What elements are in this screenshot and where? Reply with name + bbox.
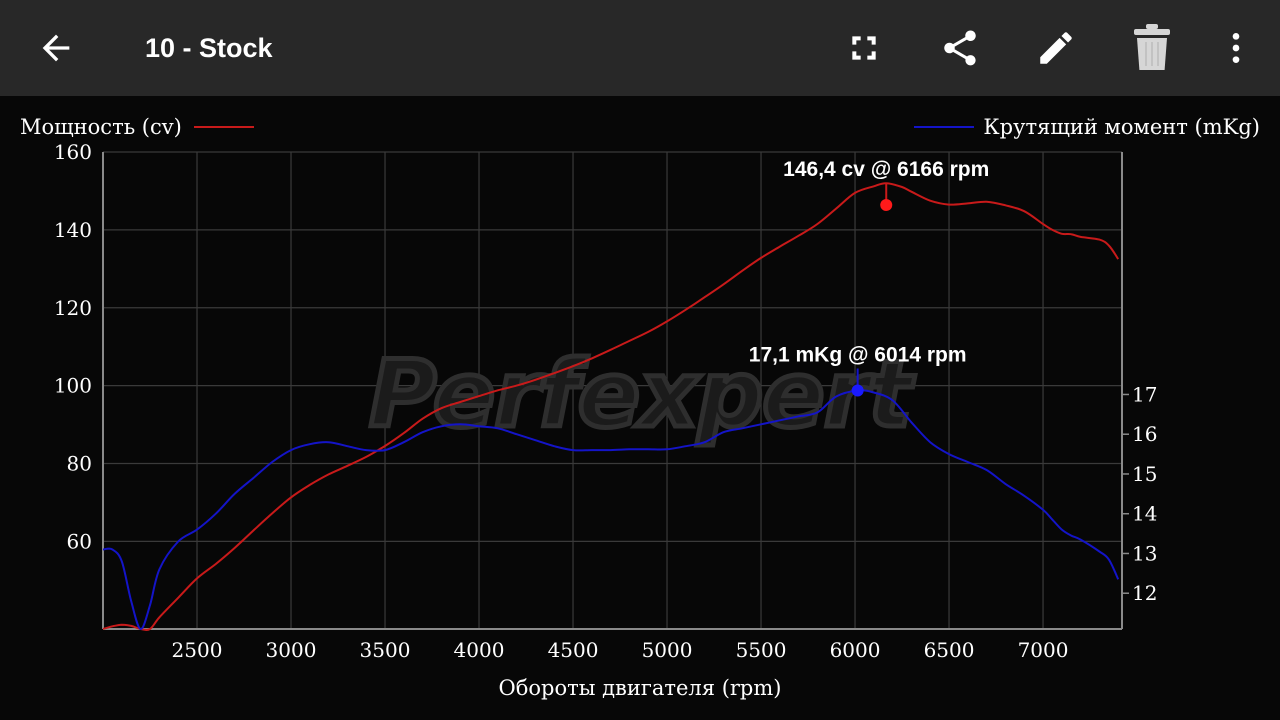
y-left-tick-label: 120	[54, 296, 92, 320]
y-left-tick-label: 100	[54, 374, 92, 398]
x-tick-label: 7000	[1018, 638, 1069, 662]
x-tick-label: 4000	[454, 638, 505, 662]
y-left-tick-label: 140	[54, 218, 92, 242]
y-right-tick-label: 12	[1132, 581, 1157, 605]
y-left-tick-label: 80	[67, 452, 92, 476]
legend: Мощность (cv) Крутящий момент (mKg)	[20, 115, 1260, 139]
annotations: 146,4 cv @ 6166 rpm 17,1 mKg @ 6014 rpm	[749, 158, 989, 397]
more-vert-icon	[1232, 33, 1240, 63]
dyno-chart: Perfexpert 2500 3000 3500 4000 4500 5000 5500 6…	[0, 96, 1280, 720]
legend-torque-label: Крутящий момент (mKg)	[983, 115, 1260, 139]
app-bar: 10 - Stock	[0, 0, 1280, 96]
peak-annotation-label: 17,1 mKg @ 6014 rpm	[749, 344, 967, 367]
legend-power-label: Мощность (cv)	[20, 115, 182, 139]
fullscreen-icon	[852, 36, 876, 60]
x-tick-label: 4500	[548, 638, 599, 662]
more-options-button[interactable]	[1212, 24, 1260, 72]
edit-pencil-icon	[1040, 32, 1072, 64]
fullscreen-button[interactable]	[840, 24, 888, 72]
y-right-tick-label: 14	[1132, 502, 1157, 526]
peak-marker-dot	[880, 198, 893, 211]
x-tick-label: 6000	[830, 638, 881, 662]
x-tick-label: 3500	[360, 638, 411, 662]
peak-marker-dot	[851, 384, 864, 397]
share-icon	[944, 30, 976, 66]
y-right-tick-label: 13	[1132, 541, 1157, 565]
y-right-tick-label: 16	[1132, 422, 1157, 446]
x-tick-label: 2500	[172, 638, 223, 662]
peak-annotation-label: 146,4 cv @ 6166 rpm	[783, 158, 989, 181]
page-title: 10 - Stock	[145, 33, 273, 63]
x-tick-label: 5000	[642, 638, 693, 662]
x-axis-label: Обороты двигателя (rpm)	[499, 676, 782, 700]
x-tick-label: 3000	[266, 638, 317, 662]
y-left-tick-label: 160	[54, 140, 92, 164]
y-right-tick-label: 15	[1132, 462, 1157, 486]
x-tick-label: 5500	[736, 638, 787, 662]
x-tick-label: 6500	[924, 638, 975, 662]
delete-button[interactable]	[1128, 24, 1176, 72]
edit-button[interactable]	[1032, 24, 1080, 72]
y-right-tick-label: 17	[1132, 382, 1157, 406]
chart-svg: Perfexpert 2500 3000 3500 4000 4500 5000 5500 6…	[20, 115, 1260, 700]
share-button[interactable]	[936, 24, 984, 72]
delete-trash-icon	[1134, 24, 1170, 70]
back-arrow-icon	[42, 34, 70, 62]
y-left-tick-label: 60	[67, 529, 92, 553]
back-button[interactable]	[32, 24, 80, 72]
